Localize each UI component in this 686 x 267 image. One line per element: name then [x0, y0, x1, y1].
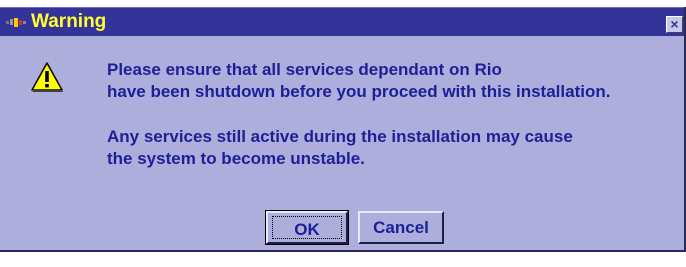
message-line-2: have been shutdown before you proceed wi… — [107, 82, 611, 101]
close-button[interactable]: × — [666, 16, 683, 33]
window-title: Warning — [31, 11, 107, 32]
message-line-3: Any services still active during the ins… — [107, 127, 573, 146]
close-icon: × — [670, 16, 679, 32]
message-line-4: the system to become unstable. — [107, 149, 365, 168]
title-bar[interactable]: Warning × — [0, 7, 684, 36]
message-line-1: Please ensure that all services dependan… — [107, 60, 502, 79]
cancel-button[interactable]: Cancel — [358, 211, 444, 244]
warning-icon — [31, 62, 63, 92]
warning-dialog: Warning × Please ensure that all service… — [0, 7, 686, 252]
window-app-icon — [6, 18, 26, 27]
ok-button-label: OK — [272, 216, 342, 239]
ok-button[interactable]: OK — [265, 210, 349, 245]
